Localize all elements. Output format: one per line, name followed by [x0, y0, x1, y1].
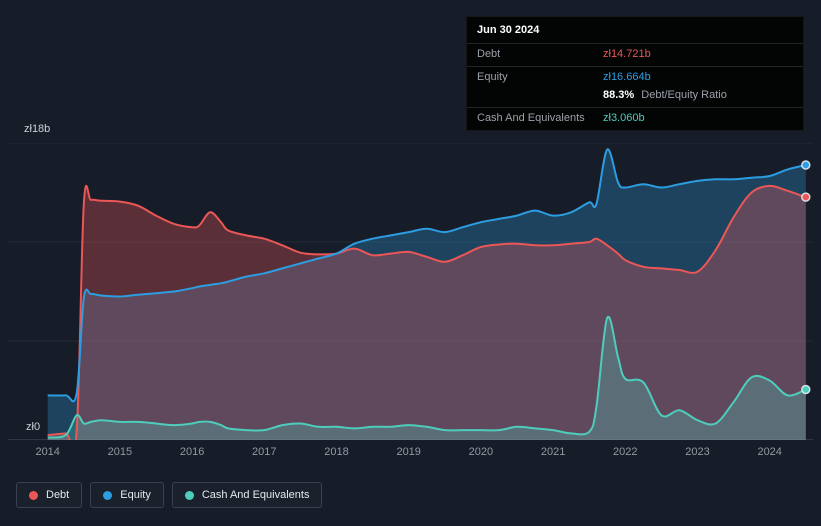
tooltip-ratio-row: 88.3% Debt/Equity Ratio — [467, 89, 803, 107]
chart-tooltip: Jun 30 2024 Debt zł14.721b Equity zł16.6… — [466, 16, 804, 131]
cash-color-dot — [185, 491, 194, 500]
tooltip-cash-row: Cash And Equivalents zł3.060b — [467, 107, 803, 130]
tooltip-ratio-label: Debt/Equity Ratio — [641, 89, 727, 101]
tooltip-cash-label: Cash And Equivalents — [477, 112, 603, 125]
equity-endpoint-marker — [802, 161, 810, 169]
x-tick-label: 2019 — [396, 446, 420, 458]
tooltip-equity-label: Equity — [477, 71, 603, 84]
tooltip-cash-value: zł3.060b — [603, 112, 793, 125]
y-axis-max-label: zł18b — [24, 123, 50, 135]
chart-svg — [8, 143, 813, 440]
legend-cash-label: Cash And Equivalents — [202, 489, 310, 501]
x-tick-label: 2024 — [757, 446, 781, 458]
debt-equity-area-chart[interactable] — [8, 143, 813, 440]
x-tick-label: 2021 — [541, 446, 565, 458]
equity-color-dot — [103, 491, 112, 500]
legend-debt-label: Debt — [46, 489, 69, 501]
x-tick-label: 2018 — [324, 446, 348, 458]
legend-item-equity[interactable]: Equity — [90, 482, 164, 508]
tooltip-debt-value: zł14.721b — [603, 48, 793, 61]
x-tick-label: 2022 — [613, 446, 637, 458]
legend-item-debt[interactable]: Debt — [16, 482, 82, 508]
debt-endpoint-marker — [802, 193, 810, 201]
x-tick-label: 2014 — [35, 446, 59, 458]
tooltip-date: Jun 30 2024 — [467, 17, 803, 43]
tooltip-debt-row: Debt zł14.721b — [467, 43, 803, 66]
x-tick-label: 2017 — [252, 446, 276, 458]
chart-legend: Debt Equity Cash And Equivalents — [16, 482, 322, 508]
x-tick-label: 2023 — [685, 446, 709, 458]
x-axis: 2014 2015 2016 2017 2018 2019 2020 2021 2022 2023… — [8, 446, 813, 462]
tooltip-ratio-value: 88.3% — [603, 89, 634, 101]
tooltip-equity-row: Equity zł16.664b — [467, 66, 803, 89]
tooltip-equity-value: zł16.664b — [603, 71, 793, 84]
legend-equity-label: Equity — [120, 489, 151, 501]
cash-endpoint-marker — [802, 386, 810, 394]
legend-item-cash[interactable]: Cash And Equivalents — [172, 482, 323, 508]
x-tick-label: 2020 — [469, 446, 493, 458]
x-tick-label: 2015 — [108, 446, 132, 458]
x-tick-label: 2016 — [180, 446, 204, 458]
tooltip-debt-label: Debt — [477, 48, 603, 61]
debt-color-dot — [29, 491, 38, 500]
